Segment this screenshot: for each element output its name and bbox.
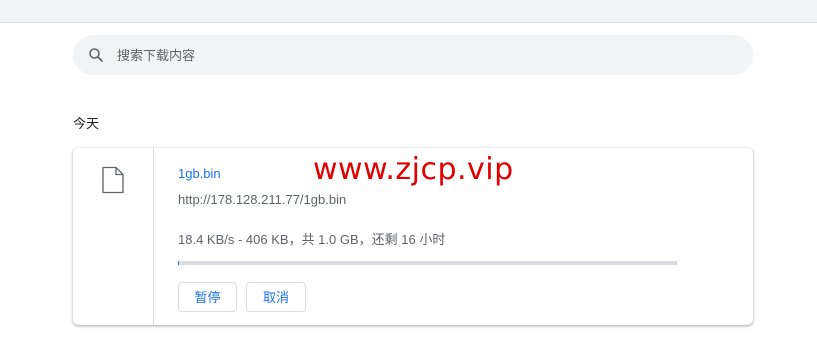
progress-bar: [178, 261, 677, 265]
file-icon-column: [73, 148, 154, 325]
watermark: www.zjcp.vip: [313, 152, 514, 187]
file-name-link[interactable]: 1gb.bin: [178, 166, 221, 181]
file-url: http://178.128.211.77/1gb.bin: [178, 192, 347, 207]
download-status: 18.4 KB/s - 406 KB，共 1.0 GB，还剩 16 小时: [178, 232, 446, 247]
search-bar[interactable]: [73, 35, 753, 75]
search-icon: [89, 48, 103, 62]
search-input[interactable]: [117, 35, 717, 75]
file-icon: [102, 166, 124, 194]
top-bar: [0, 0, 817, 23]
section-title: 今天: [73, 116, 100, 131]
cancel-button[interactable]: 取消: [246, 282, 306, 312]
pause-button[interactable]: 暂停: [178, 282, 237, 312]
